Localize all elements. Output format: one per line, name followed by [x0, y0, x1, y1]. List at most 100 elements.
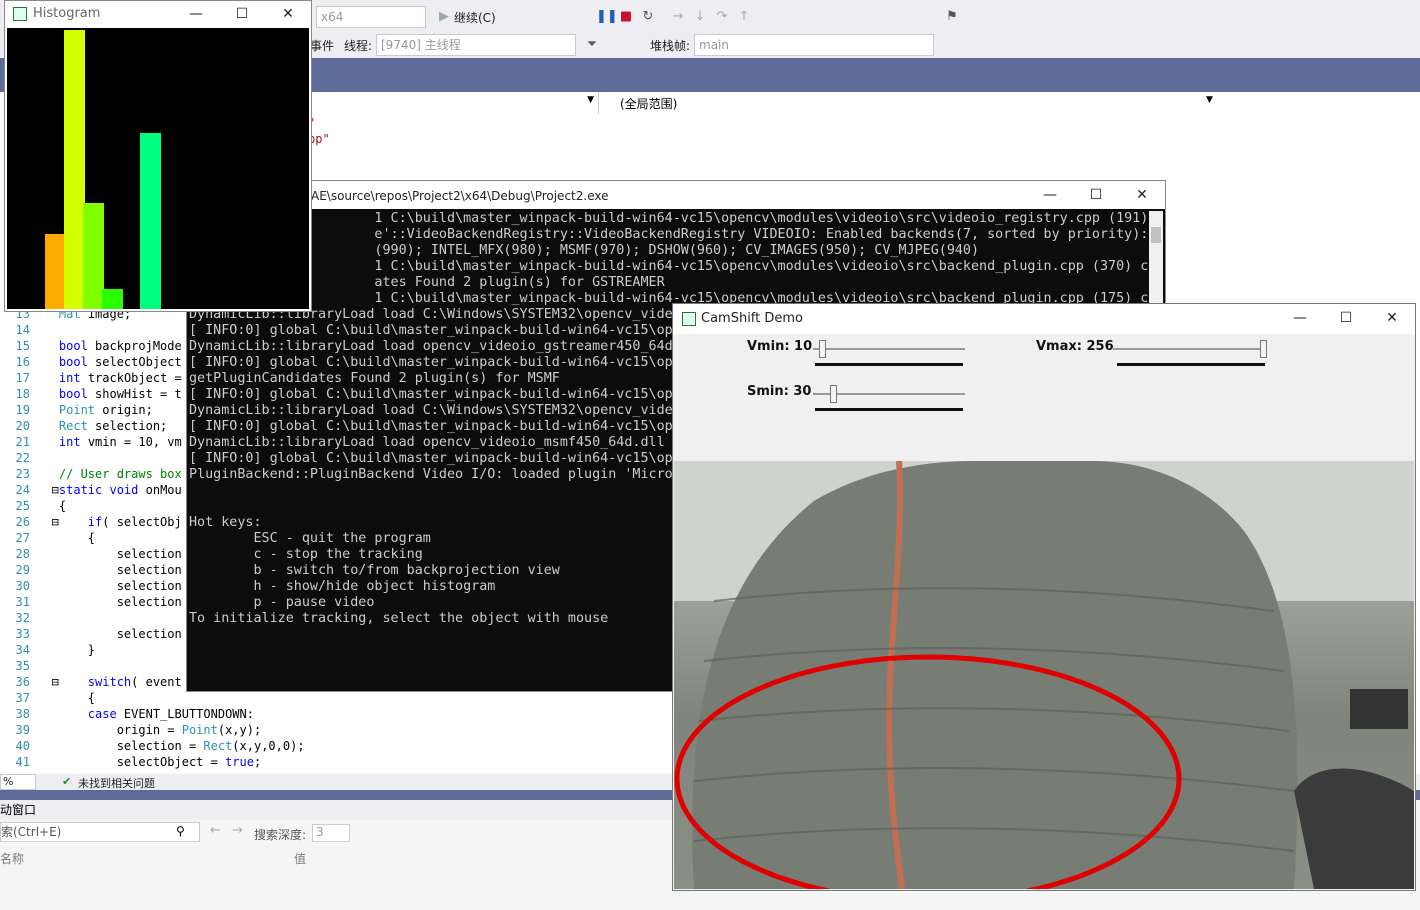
code-line[interactable]: 39 origin = Point(x,y); — [0, 722, 262, 738]
console-line: To initialize tracking, select the objec… — [189, 611, 609, 626]
code-line[interactable]: 19 Point origin; — [0, 402, 153, 418]
step-arrow-icon[interactable]: → — [670, 9, 686, 25]
maximize-icon[interactable]: ☐ — [1323, 304, 1369, 332]
video-frame[interactable] — [674, 461, 1414, 889]
scrollbar-thumb[interactable] — [1151, 227, 1161, 243]
member-dropdown[interactable]: ▼ — [308, 92, 599, 114]
vmin-label: Vmin: 10 — [747, 339, 813, 354]
line-number: 20 — [15, 419, 30, 433]
code-line[interactable]: 40 selection = Rect(x,y,0,0); — [0, 738, 305, 754]
code-line[interactable]: 15 bool backprojMode — [0, 338, 182, 354]
code-line[interactable]: 36 ⊟ switch( event — [0, 674, 182, 690]
thread-dropdown[interactable]: [9740] 主线程 — [376, 34, 576, 56]
code-line[interactable]: 41 selectObject = true; — [0, 754, 262, 770]
histogram-window[interactable]: Histogram — ☐ ✕ — [4, 0, 312, 312]
search-depth-dropdown[interactable]: 3 — [312, 824, 350, 842]
console-line: PluginBackend::PluginBackend Video I/O: … — [189, 467, 681, 482]
code-line[interactable]: 28 selection — [0, 546, 182, 562]
line-number: 37 — [15, 691, 30, 705]
vmin-slider-thumb[interactable] — [819, 340, 826, 358]
code-line[interactable]: 17 int trackObject = — [0, 370, 182, 386]
camshift-title: CamShift Demo — [701, 311, 804, 326]
platform-dropdown[interactable]: x64 — [316, 6, 426, 28]
code-line[interactable]: 26 ⊟ if( selectObj — [0, 514, 182, 530]
stop-icon[interactable]: ■ — [618, 9, 634, 25]
bookmark-icon[interactable]: ⚑ — [944, 9, 960, 25]
line-number: 34 — [15, 643, 30, 657]
step-into-icon[interactable]: ↓ — [692, 9, 708, 25]
code-line[interactable]: 21 int vmin = 10, vm — [0, 434, 182, 450]
code-line[interactable]: 30 selection — [0, 578, 182, 594]
search-icon[interactable]: ⚲ — [176, 824, 185, 838]
code-line[interactable]: 14 — [0, 322, 30, 338]
line-number: 21 — [15, 435, 30, 449]
line-number: 35 — [15, 659, 30, 673]
code-text: } — [30, 643, 96, 657]
console-title: AE\source\repos\Project2\x64\Debug\Proje… — [311, 189, 609, 203]
code-line[interactable]: 22 — [0, 450, 30, 466]
vmin-track[interactable] — [813, 348, 965, 350]
smin-label: Smin: 30 — [747, 384, 812, 399]
vmax-slider-thumb[interactable] — [1260, 340, 1267, 358]
console-line: [ INFO:0] global C:\build\master_winpack… — [189, 323, 681, 338]
code-line[interactable]: 35 — [0, 658, 30, 674]
maximize-icon[interactable]: ☐ — [1073, 181, 1119, 209]
camshift-titlebar[interactable]: CamShift Demo — ☐ ✕ — [673, 304, 1415, 334]
forward-arrow-icon[interactable]: → — [232, 823, 243, 838]
code-line[interactable]: 31 selection — [0, 594, 182, 610]
line-number: 24 — [15, 483, 30, 497]
scope-dropdown-arrow-icon[interactable]: ▼ — [1206, 95, 1213, 105]
events-label: 事件 — [310, 39, 335, 53]
code-line[interactable]: 20 Rect selection; — [0, 418, 168, 434]
code-line[interactable]: 23 // User draws box — [0, 466, 182, 482]
pause-icon[interactable]: ❚❚ — [596, 9, 618, 25]
console-line: 1 C:\build\master_winpack-build-win64-vc… — [189, 259, 1149, 274]
close-icon[interactable]: ✕ — [1119, 181, 1165, 209]
code-line[interactable]: 18 bool showHist = t — [0, 386, 182, 402]
console-titlebar[interactable]: AE\source\repos\Project2\x64\Debug\Proje… — [187, 181, 1165, 209]
close-icon[interactable]: ✕ — [1369, 304, 1415, 332]
search-depth-label: 搜索深度: — [254, 828, 307, 842]
back-arrow-icon[interactable]: ← — [210, 823, 221, 838]
vmax-track[interactable] — [1113, 348, 1267, 350]
line-number: 18 — [15, 387, 30, 401]
zoom-dropdown[interactable]: % — [0, 774, 36, 790]
column-value[interactable]: 值 — [294, 850, 306, 867]
code-line[interactable]: 27 { — [0, 530, 95, 546]
search-input[interactable]: 索(Ctrl+E) — [0, 822, 200, 842]
stackframe-dropdown[interactable]: main — [694, 34, 934, 56]
code-line[interactable]: 16 bool selectObject — [0, 354, 182, 370]
minimize-icon[interactable]: — — [1277, 304, 1323, 332]
code-line[interactable]: 32 — [0, 610, 30, 626]
code-line[interactable]: 25 { — [0, 498, 67, 514]
histogram-bar — [64, 30, 85, 309]
line-number: 22 — [15, 451, 30, 465]
code-line[interactable]: 34 } — [0, 642, 95, 658]
smin-slider-thumb[interactable] — [830, 385, 837, 403]
maximize-icon[interactable]: ☐ — [219, 1, 265, 27]
code-line[interactable]: 24 ⊟static void onMou — [0, 482, 182, 498]
code-text: int vmin = 10, vm — [58, 435, 182, 449]
minimize-icon[interactable]: — — [173, 1, 219, 27]
minimize-icon[interactable]: — — [1027, 181, 1073, 209]
camshift-window[interactable]: CamShift Demo — ☐ ✕ Vmin: 10 Vmax: 256 S… — [672, 303, 1416, 891]
code-line[interactable]: 33 selection — [0, 626, 182, 642]
continue-button[interactable]: 继续(C) — [454, 9, 496, 26]
scope-dropdown-label[interactable]: (全局范围) — [620, 95, 677, 112]
play-icon[interactable]: ▶ — [436, 9, 452, 25]
close-icon[interactable]: ✕ — [265, 1, 311, 27]
histogram-titlebar[interactable]: Histogram — ☐ ✕ — [5, 1, 311, 27]
code-line[interactable]: 37 { — [0, 690, 95, 706]
step-over-icon[interactable]: ↷ — [714, 9, 730, 25]
check-icon: ✔ — [62, 775, 72, 788]
restart-icon[interactable]: ↻ — [640, 9, 656, 25]
column-name[interactable]: 名称 — [0, 850, 24, 867]
code-line[interactable]: 38 case EVENT_LBUTTONDOWN: — [0, 706, 254, 722]
step-out-icon[interactable]: ↑ — [736, 9, 752, 25]
code-text: ⊟static void onMou — [30, 483, 182, 497]
line-number: 14 — [15, 323, 30, 337]
code-text: selectObject = true; — [30, 755, 262, 769]
line-number: 31 — [15, 595, 30, 609]
filter-icon[interactable]: ⏷ — [584, 37, 600, 53]
code-line[interactable]: 29 selection — [0, 562, 182, 578]
